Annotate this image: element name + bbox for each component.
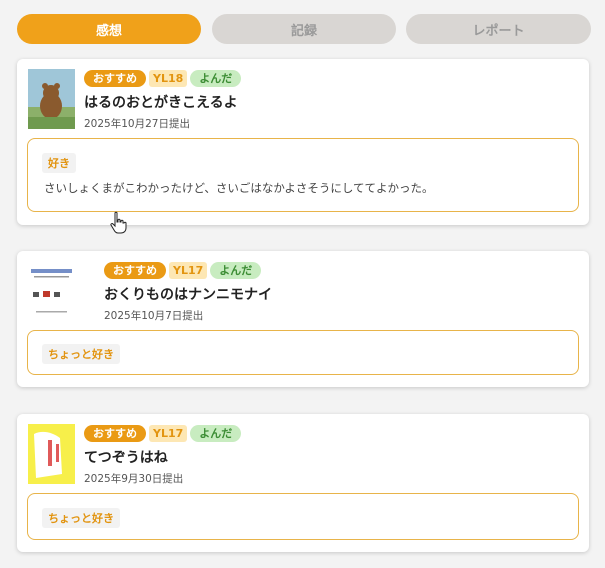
rating-tag: ちょっと好き [42,344,120,364]
comment-box: 好き さいしょくまがこわかったけど、さいごはなかよさそうにしててよかった。 [27,138,579,212]
comment-box: ちょっと好き [27,330,579,375]
book-cover [28,424,75,484]
book-title: はるのおとがきこえるよ [84,95,238,111]
tab-bar: 感想 記録 レポート [17,14,591,44]
impression-card[interactable]: おすすめ YL17 よんだ てつぞうはね 2025年9月30日提出 ちょっと好き [17,414,589,552]
rating-tag: 好き [42,153,76,173]
level-badge: YL18 [149,69,188,87]
impression-card[interactable]: おすすめ YL18 よんだ はるのおとがきこえるよ 2025年10月27日提出 … [17,59,589,225]
recommend-badge: おすすめ [104,261,166,279]
rating-tag: ちょっと好き [42,508,120,528]
level-badge: YL17 [149,424,188,442]
submitted-date: 2025年10月27日提出 [84,118,190,130]
comment-text: さいしょくまがこわかったけど、さいごはなかよさそうにしててよかった。 [44,181,434,195]
book-title: おくりものはナンニモナイ [104,287,272,303]
read-status-badge: よんだ [190,424,242,442]
read-status-badge: よんだ [190,69,242,87]
book-title: てつぞうはね [84,450,168,466]
tab-impressions[interactable]: 感想 [17,14,201,44]
submitted-date: 2025年10月7日提出 [104,310,204,322]
read-status-badge: よんだ [210,261,262,279]
tab-report[interactable]: レポート [406,14,591,44]
level-badge: YL17 [169,261,208,279]
submitted-date: 2025年9月30日提出 [84,473,184,485]
tab-records[interactable]: 記録 [212,14,396,44]
recommend-badge: おすすめ [84,69,146,87]
book-cover [28,263,75,323]
book-cover [28,69,75,129]
comment-box: ちょっと好き [27,493,579,540]
impression-card[interactable]: おすすめ YL17 よんだ おくりものはナンニモナイ 2025年10月7日提出 … [17,251,589,387]
recommend-badge: おすすめ [84,424,146,442]
hand-pointer-icon [110,211,128,235]
